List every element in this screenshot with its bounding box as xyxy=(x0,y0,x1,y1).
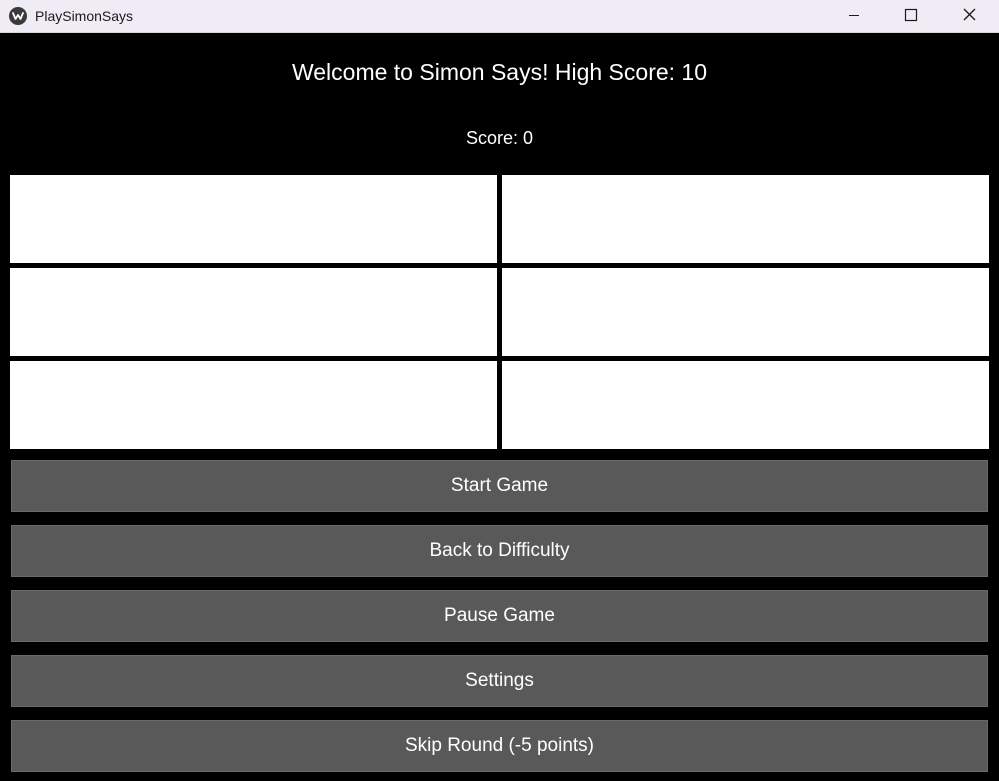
pause-game-button[interactable]: Pause Game xyxy=(11,590,988,642)
close-icon xyxy=(963,8,976,21)
simon-tile-4[interactable] xyxy=(502,268,989,356)
simon-tile-2[interactable] xyxy=(502,175,989,263)
score-label: Score: 0 xyxy=(465,128,534,148)
skip-round-button[interactable]: Skip Round (-5 points) xyxy=(11,720,988,772)
window-title: PlaySimonSays xyxy=(35,8,134,24)
welcome-high-score-label: Welcome to Simon Says! High Score: 10 xyxy=(291,59,708,85)
app-logo-icon xyxy=(9,7,27,25)
app-window: PlaySimonSays Welcome to Simon Says! Hig… xyxy=(0,0,999,781)
back-to-difficulty-button[interactable]: Back to Difficulty xyxy=(11,525,988,577)
close-button[interactable] xyxy=(941,0,999,32)
simon-tile-5[interactable] xyxy=(10,361,497,449)
simon-tile-6[interactable] xyxy=(502,361,989,449)
simon-tile-1[interactable] xyxy=(10,175,497,263)
maximize-button[interactable] xyxy=(882,0,940,32)
minimize-button[interactable] xyxy=(825,0,883,32)
start-game-button[interactable]: Start Game xyxy=(11,460,988,512)
settings-button[interactable]: Settings xyxy=(11,655,988,707)
title-bar: PlaySimonSays xyxy=(0,0,999,33)
minimize-icon xyxy=(849,15,859,16)
simon-tile-3[interactable] xyxy=(10,268,497,356)
maximize-icon xyxy=(904,8,918,22)
